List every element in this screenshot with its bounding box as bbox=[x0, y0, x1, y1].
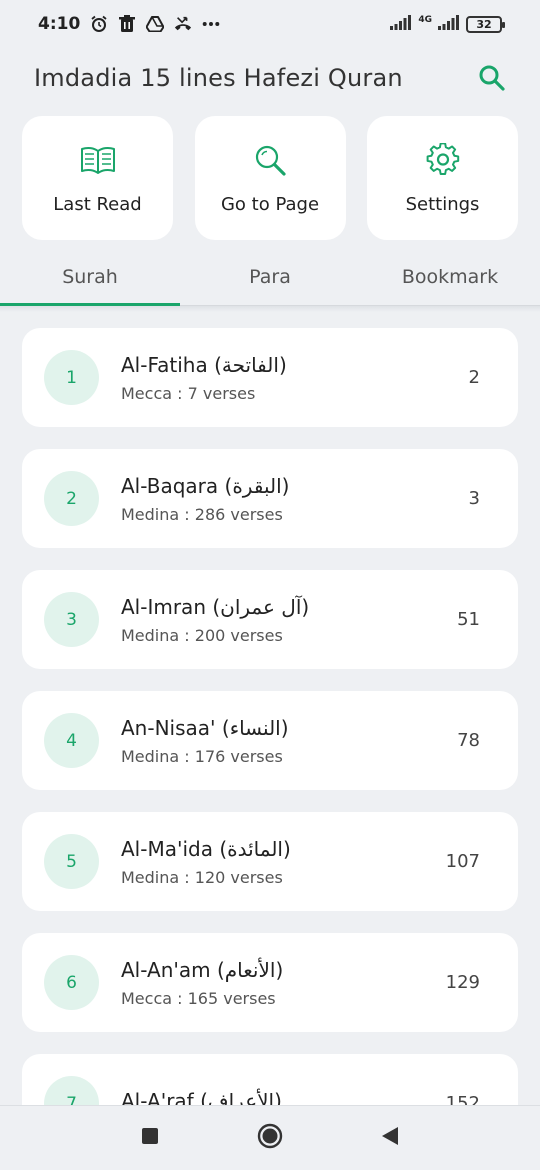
surah-name: Al-Ma'ida (المائدة) bbox=[121, 837, 291, 861]
app-title: Imdadia 15 lines Hafezi Quran bbox=[34, 64, 403, 92]
surah-info: Al-Ma'ida (المائدة) Medina : 120 verses bbox=[121, 836, 446, 887]
recent-apps-icon bbox=[141, 1127, 159, 1149]
quick-actions: Last Read Go to Page Settings bbox=[22, 116, 518, 240]
surah-name: An-Nisaa' (النساء) bbox=[121, 716, 289, 740]
surah-name: Al-Imran (آل عمران) bbox=[121, 595, 310, 619]
surah-page-number: 107 bbox=[445, 851, 480, 872]
surah-page-number: 51 bbox=[457, 609, 480, 630]
settings-label: Settings bbox=[405, 193, 480, 215]
drive-icon bbox=[146, 15, 165, 33]
surah-name: Al-Fatiha (الفاتحة) bbox=[121, 353, 287, 377]
surah-details: Medina : 200 verses bbox=[121, 626, 283, 645]
surah-number-badge: 4 bbox=[44, 713, 99, 768]
tab-bar: Surah Para Bookmark bbox=[0, 248, 540, 306]
surah-name: Al-A'raf (الأعراف) bbox=[121, 1088, 282, 1106]
surah-info: Al-Imran (آل عمران) Medina : 200 verses bbox=[121, 594, 457, 645]
status-notification-icons bbox=[90, 15, 220, 33]
tab-para[interactable]: Para bbox=[180, 248, 360, 305]
app-bar: Imdadia 15 lines Hafezi Quran bbox=[0, 48, 540, 108]
alarm-icon bbox=[90, 15, 108, 33]
list-item[interactable]: 6 Al-An'am (الأنعام) Mecca : 165 verses … bbox=[22, 933, 518, 1032]
gear-icon bbox=[425, 142, 461, 178]
list-item[interactable]: 7 Al-A'raf (الأعراف) 152 bbox=[22, 1054, 518, 1105]
surah-number-badge: 2 bbox=[44, 471, 99, 526]
surah-number-badge: 7 bbox=[44, 1076, 99, 1105]
tab-bar-shadow bbox=[0, 306, 540, 312]
list-item[interactable]: 1 Al-Fatiha (الفاتحة) Mecca : 7 verses 2 bbox=[22, 328, 518, 427]
go-to-page-label: Go to Page bbox=[220, 193, 320, 215]
surah-page-number: 2 bbox=[468, 367, 480, 388]
go-to-page-button[interactable]: Go to Page bbox=[194, 116, 346, 240]
last-read-label: Last Read bbox=[53, 193, 142, 215]
home-icon bbox=[257, 1123, 283, 1153]
surah-page-number: 152 bbox=[445, 1093, 480, 1105]
search-icon bbox=[252, 142, 288, 178]
surah-name: Al-Baqara (البقرة) bbox=[121, 474, 290, 498]
back-button[interactable] bbox=[330, 1118, 450, 1158]
surah-info: Al-Baqara (البقرة) Medina : 286 verses bbox=[121, 473, 469, 524]
network-type: 4G bbox=[418, 14, 432, 25]
signal-4g-icon bbox=[438, 14, 460, 35]
list-item[interactable]: 2 Al-Baqara (البقرة) Medina : 286 verses… bbox=[22, 449, 518, 548]
surah-info: Al-An'am (الأنعام) Mecca : 165 verses bbox=[121, 957, 446, 1008]
surah-details: Medina : 176 verses bbox=[121, 747, 283, 766]
surah-info: Al-Fatiha (الفاتحة) Mecca : 7 verses bbox=[121, 352, 469, 403]
status-system-icons: 4G 32 bbox=[390, 14, 505, 35]
surah-number-badge: 6 bbox=[44, 955, 99, 1010]
signal-icon bbox=[390, 14, 412, 35]
battery-indicator: 32 bbox=[466, 15, 505, 33]
tab-bookmark[interactable]: Bookmark bbox=[360, 248, 540, 305]
surah-info: Al-A'raf (الأعراف) bbox=[121, 1088, 446, 1106]
recent-apps-button[interactable] bbox=[90, 1118, 210, 1158]
back-icon bbox=[381, 1126, 399, 1150]
surah-page-number: 129 bbox=[445, 972, 480, 993]
surah-number-badge: 1 bbox=[44, 350, 99, 405]
tab-surah[interactable]: Surah bbox=[0, 248, 180, 306]
list-item[interactable]: 4 An-Nisaa' (النساء) Medina : 176 verses… bbox=[22, 691, 518, 790]
trash-icon bbox=[118, 15, 136, 33]
surah-details: Mecca : 7 verses bbox=[121, 384, 256, 403]
surah-page-number: 3 bbox=[468, 488, 480, 509]
settings-button[interactable]: Settings bbox=[367, 116, 518, 240]
surah-details: Mecca : 165 verses bbox=[121, 989, 276, 1008]
surah-list[interactable]: 1 Al-Fatiha (الفاتحة) Mecca : 7 verses 2… bbox=[22, 328, 518, 1105]
surah-details: Medina : 120 verses bbox=[121, 868, 283, 887]
last-read-button[interactable]: Last Read bbox=[22, 116, 173, 240]
surah-details: Medina : 286 verses bbox=[121, 505, 283, 524]
surah-number-badge: 3 bbox=[44, 592, 99, 647]
book-icon bbox=[80, 142, 116, 178]
list-item[interactable]: 5 Al-Ma'ida (المائدة) Medina : 120 verse… bbox=[22, 812, 518, 911]
system-nav-bar bbox=[0, 1105, 540, 1170]
status-bar: 4:10 4G 32 bbox=[0, 0, 540, 48]
surah-page-number: 78 bbox=[457, 730, 480, 751]
surah-info: An-Nisaa' (النساء) Medina : 176 verses bbox=[121, 715, 457, 766]
home-button[interactable] bbox=[210, 1118, 330, 1158]
search-icon[interactable] bbox=[476, 62, 508, 94]
missed-call-icon bbox=[174, 15, 192, 33]
status-time: 4:10 bbox=[38, 14, 81, 34]
more-dots-icon bbox=[202, 15, 220, 33]
list-item[interactable]: 3 Al-Imran (آل عمران) Medina : 200 verse… bbox=[22, 570, 518, 669]
surah-number-badge: 5 bbox=[44, 834, 99, 889]
surah-name: Al-An'am (الأنعام) bbox=[121, 958, 284, 982]
